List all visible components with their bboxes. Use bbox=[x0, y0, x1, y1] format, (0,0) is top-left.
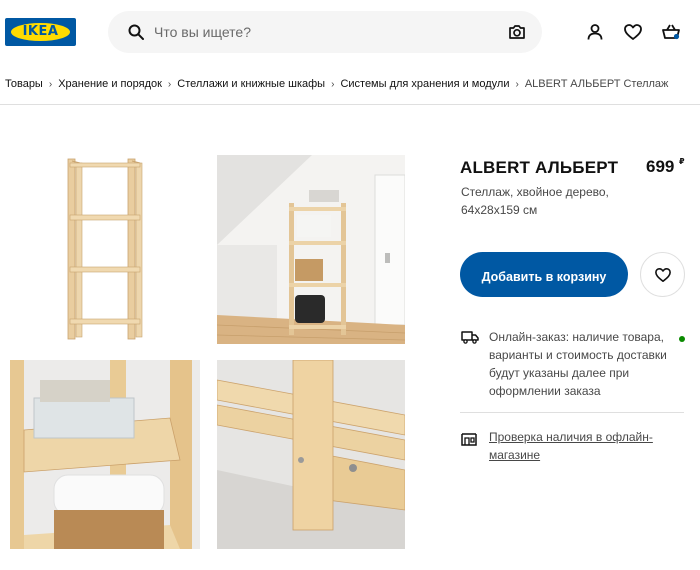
favorite-button[interactable] bbox=[640, 252, 685, 297]
header-divider bbox=[0, 104, 700, 105]
add-to-cart-button[interactable]: Добавить в корзину bbox=[460, 252, 628, 297]
camera-icon[interactable] bbox=[508, 23, 526, 41]
truck-icon bbox=[461, 331, 479, 344]
search-icon[interactable] bbox=[128, 24, 144, 40]
chevron-right-icon: › bbox=[331, 78, 335, 90]
product-image-room[interactable] bbox=[217, 155, 405, 344]
product-image-detail-boxes[interactable] bbox=[10, 360, 200, 549]
breadcrumb-item-storage[interactable]: Хранение и порядок bbox=[58, 78, 162, 90]
user-icon[interactable] bbox=[585, 22, 605, 42]
product-image-detail-joint[interactable] bbox=[217, 360, 405, 549]
product-description: Стеллаж, хвойное дерево, 64x28x159 см bbox=[461, 185, 609, 217]
ikea-logo[interactable]: IKEA bbox=[5, 18, 76, 46]
breadcrumb-item-shelves[interactable]: Стеллажи и книжные шкафы bbox=[177, 78, 325, 90]
chevron-right-icon: › bbox=[48, 78, 53, 90]
breadcrumb-item-products[interactable]: Товары bbox=[5, 78, 43, 90]
heart-icon[interactable] bbox=[623, 22, 643, 42]
chevron-right-icon: › bbox=[167, 78, 172, 90]
store-icon bbox=[461, 433, 477, 446]
availability-status-dot bbox=[679, 336, 685, 342]
breadcrumb-item-current: ALBERT АЛЬБЕРТ Стеллаж bbox=[524, 78, 669, 90]
check-store-availability-link[interactable]: Проверка наличия в офлайн-магазине bbox=[489, 428, 669, 464]
product-title: ALBERT АЛЬБЕРТ bbox=[460, 158, 619, 177]
heart-icon bbox=[655, 267, 671, 283]
site-header: IKEA bbox=[0, 0, 700, 66]
logo-text: IKEA bbox=[22, 24, 59, 39]
product-price: 699 bbox=[646, 157, 675, 176]
breadcrumb: Товары › Хранение и порядок › Стеллажи и… bbox=[5, 76, 668, 92]
chevron-right-icon: › bbox=[515, 78, 519, 90]
search-input[interactable] bbox=[154, 11, 494, 53]
product-image-main[interactable] bbox=[10, 155, 200, 344]
search-bar[interactable] bbox=[108, 11, 542, 53]
currency-symbol: ₽ bbox=[679, 157, 685, 166]
delivery-info: Онлайн-заказ: наличие товара, варианты и… bbox=[489, 330, 667, 398]
info-divider bbox=[460, 412, 684, 413]
breadcrumb-item-systems[interactable]: Системы для хранения и модули bbox=[340, 78, 509, 90]
cart-icon[interactable] bbox=[661, 22, 681, 42]
